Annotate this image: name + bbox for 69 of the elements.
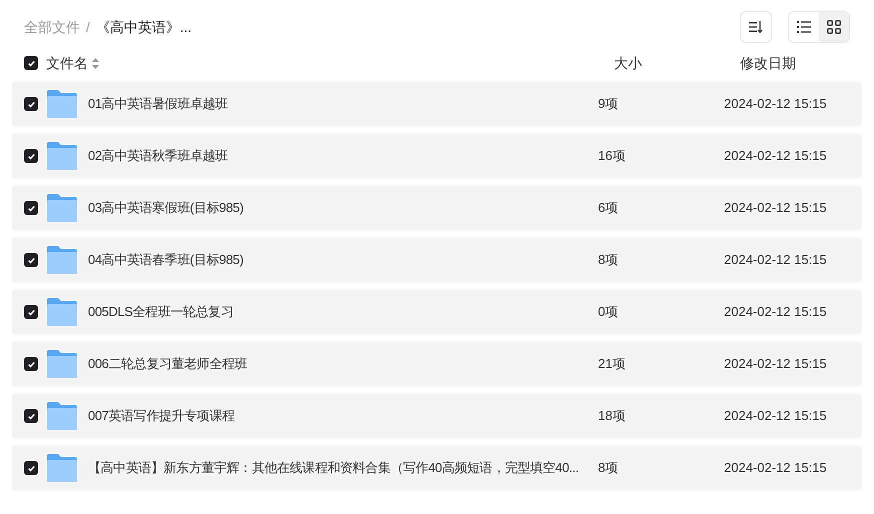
sort-arrows-icon [92,58,99,68]
checkbox[interactable] [24,357,38,371]
file-name: 005DLS全程班一轮总复习 [88,303,234,322]
list-icon [797,21,811,33]
checkbox[interactable] [24,97,38,111]
column-header[interactable]: 文件名 [46,52,88,74]
breadcrumb-item[interactable]: 《高中英语》... [96,16,192,38]
view-mode-button[interactable] [819,12,849,42]
modified-date: 2024-02-12 15:15 [724,407,827,426]
check-icon [26,152,36,160]
file-row[interactable]: 01高中英语暑假班卓越班 9项 2024-02-12 15:15 [12,81,862,127]
file-name: 【高中英语】新东方董宇辉：其他在线课程和资料合集（写作40高频短语，完型填空40... [88,459,580,478]
modified-date: 2024-02-12 15:15 [724,95,827,114]
checkbox[interactable] [24,461,38,475]
file-row[interactable]: 【高中英语】新东方董宇辉：其他在线课程和资料合集（写作40高频短语，完型填空40... 8项 2024-02-12 15:15 [12,445,862,491]
sort-icon [749,21,763,33]
file-name: 04高中英语春季班(目标985) [88,251,244,270]
folder-icon [47,402,77,430]
sort-button[interactable] [740,11,772,43]
file-size: 8项 [598,251,620,270]
modified-date: 2024-02-12 15:15 [724,199,827,218]
checkbox[interactable] [24,253,38,267]
file-size: 16项 [598,147,626,166]
checkbox[interactable] [24,149,38,163]
file-row[interactable]: 007英语写作提升专项课程 18项 2024-02-12 15:15 [12,393,862,439]
check-icon [26,412,36,420]
file-name: 01高中英语暑假班卓越班 [88,95,229,114]
modified-date: 2024-02-12 15:15 [724,147,827,166]
file-size: 8项 [598,459,620,478]
grid-icon [827,20,841,34]
check-icon [26,204,36,212]
file-row[interactable]: 005DLS全程班一轮总复习 0项 2024-02-12 15:15 [12,289,862,335]
check-icon [26,464,36,472]
folder-icon [47,246,77,274]
check-icon [26,58,36,68]
column-header: 修改日期 [740,54,796,72]
modified-date: 2024-02-12 15:15 [724,303,827,322]
checkbox[interactable] [24,201,38,215]
checkbox[interactable] [24,56,38,70]
check-icon [26,308,36,316]
folder-icon [47,194,77,222]
folder-icon [47,90,77,118]
file-row[interactable]: 04高中英语春季班(目标985) 8项 2024-02-12 15:15 [12,237,862,283]
file-row[interactable]: 02高中英语秋季班卓越班 16项 2024-02-12 15:15 [12,133,862,179]
folder-icon [47,142,77,170]
check-icon [26,360,36,368]
file-name: 02高中英语秋季班卓越班 [88,147,229,166]
checkbox[interactable] [24,305,38,319]
check-icon [26,100,36,108]
check-icon [26,256,36,264]
file-name: 006二轮总复习董老师全程班 [88,355,248,374]
modified-date: 2024-02-12 15:15 [724,251,827,270]
column-header: 大小 [614,54,643,72]
file-size: 9项 [598,95,620,114]
breadcrumb-separator: / [86,18,90,36]
folder-icon [47,350,77,378]
folder-icon [47,298,77,326]
file-row[interactable]: 006二轮总复习董老师全程班 21项 2024-02-12 15:15 [12,341,862,387]
modified-date: 2024-02-12 15:15 [724,355,827,374]
file-size: 21项 [598,355,626,374]
file-name: 007英语写作提升专项课程 [88,407,236,426]
folder-icon [47,454,77,482]
file-name: 03高中英语寒假班(目标985) [88,199,244,218]
file-size: 6项 [598,199,620,218]
file-row[interactable]: 03高中英语寒假班(目标985) 6项 2024-02-12 15:15 [12,185,862,231]
file-size: 0项 [598,303,620,322]
file-size: 18项 [598,407,626,426]
checkbox[interactable] [24,409,38,423]
modified-date: 2024-02-12 15:15 [724,459,827,478]
